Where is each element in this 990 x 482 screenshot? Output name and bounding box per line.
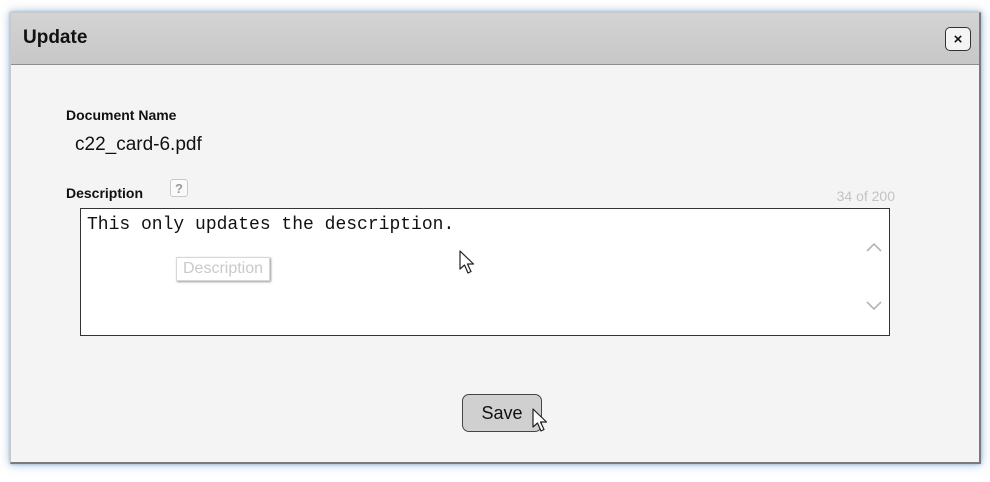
- description-textarea[interactable]: This only updates the description. Descr…: [80, 208, 890, 336]
- update-dialog: Update × Document Name c22_card-6.pdf De…: [10, 12, 981, 464]
- close-icon: ×: [953, 30, 963, 48]
- description-text: This only updates the description.: [87, 215, 455, 235]
- document-name-value: c22_card-6.pdf: [75, 134, 202, 155]
- description-label: Description: [66, 185, 144, 201]
- dialog-title: Update: [23, 27, 88, 48]
- save-button[interactable]: Save: [462, 394, 542, 432]
- document-name-label: Document Name: [66, 107, 177, 123]
- help-icon[interactable]: ?: [170, 179, 188, 197]
- mouse-pointer-icon: [459, 250, 477, 281]
- close-button[interactable]: ×: [945, 27, 971, 51]
- mouse-pointer-icon: [532, 408, 550, 439]
- description-tooltip: Description: [176, 257, 271, 281]
- save-button-label: Save: [481, 402, 523, 423]
- help-icon-label: ?: [175, 180, 183, 196]
- character-counter: 34 of 200: [836, 188, 895, 204]
- chevron-up-icon[interactable]: [865, 239, 883, 257]
- chevron-down-icon[interactable]: [865, 296, 883, 314]
- dialog-titlebar: Update ×: [11, 13, 979, 65]
